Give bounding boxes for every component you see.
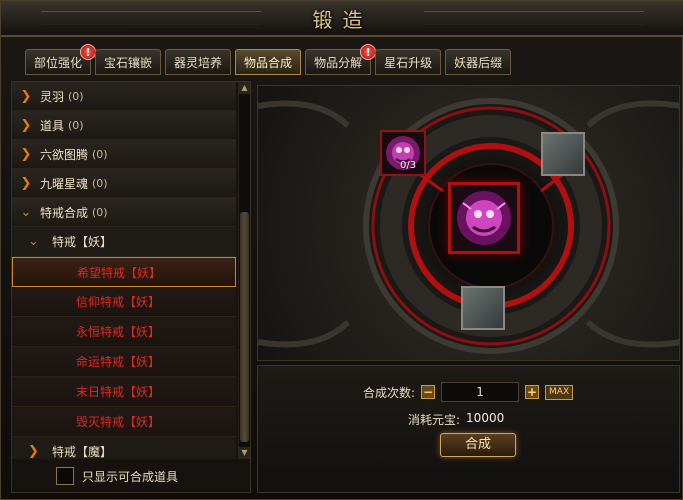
group-label: 特戒【妖】 [52, 235, 113, 249]
tab-item-synthesis[interactable]: 物品合成 [235, 49, 302, 75]
tree-leaf-item[interactable]: 希望特戒【妖】 [12, 257, 236, 287]
tree-leaf-item[interactable]: 信仰特戒【妖】 [12, 287, 236, 317]
title-ornament-left [41, 11, 261, 25]
category-label: 九曜星魂 [40, 176, 89, 191]
minus-button[interactable]: − [421, 385, 436, 399]
category-count: (0) [92, 147, 108, 161]
tab-label: 宝石镶嵌 [104, 55, 153, 70]
tree-group-devil[interactable]: ❯ 特戒【魔】 [12, 437, 236, 459]
tree-category[interactable]: ⌄ 特戒合成 (0) [12, 198, 236, 227]
tree-category[interactable]: ❯ 六欲图腾 (0) [12, 140, 236, 169]
tab-bar: 部位强化! 宝石镶嵌 器灵培养 物品合成 物品分解! 星石升级 妖器后缀 [25, 44, 512, 75]
tree-leaf-item[interactable]: 永恒特戒【妖】 [12, 317, 236, 347]
material-slot-2[interactable] [541, 132, 585, 176]
cost-value: 10000 [466, 411, 505, 425]
tab-label: 物品合成 [244, 55, 293, 70]
category-count: (0) [68, 118, 84, 132]
category-count: (0) [68, 89, 84, 103]
category-count: (0) [92, 205, 108, 219]
cost-row: 消耗元宝: 10000 [408, 411, 504, 428]
max-button[interactable]: MAX [545, 384, 574, 400]
alert-icon: ! [360, 44, 377, 60]
chevron-right-icon: ❯ [20, 88, 32, 104]
tab-spirit-train[interactable]: 器灵培养 [165, 49, 232, 75]
tree-category[interactable]: ❯ 灵羽 (0) [12, 82, 236, 111]
tab-demon-suffix[interactable]: 妖器后缀 [445, 49, 512, 75]
category-label: 灵羽 [40, 89, 65, 104]
craftable-only-checkbox[interactable] [56, 467, 74, 485]
synthesis-controls: 合成次数: − 1 + MAX 消耗元宝: 10000 合成 [257, 365, 680, 493]
tree-leaf-item[interactable]: 末日特戒【妖】 [12, 377, 236, 407]
material-count: 0/3 [400, 160, 417, 171]
plus-button[interactable]: + [525, 385, 540, 399]
alert-icon: ! [80, 44, 97, 60]
category-label: 六欲图腾 [40, 147, 89, 162]
item-tree: ❯ 灵羽 (0) ❯ 道具 (0) ❯ 六欲图腾 (0) ❯ 九曜星魂 (0) … [12, 82, 236, 459]
quantity-row: 合成次数: − 1 + MAX [363, 382, 574, 402]
chevron-right-icon: ❯ [20, 146, 32, 162]
tree-category[interactable]: ❯ 道具 (0) [12, 111, 236, 140]
cost-label: 消耗元宝: [408, 413, 461, 427]
quantity-label: 合成次数: [363, 385, 416, 400]
quantity-input[interactable]: 1 [441, 382, 520, 402]
forge-window: 锻造 部位强化! 宝石镶嵌 器灵培养 物品合成 物品分解! 星石升级 妖器后缀 … [0, 0, 683, 500]
tab-label: 部位强化 [34, 55, 83, 70]
tree-leaf-item[interactable]: 毁灭特戒【妖】 [12, 407, 236, 437]
tab-item-decompose[interactable]: 物品分解! [305, 44, 377, 75]
item-tree-panel: ❯ 灵羽 (0) ❯ 道具 (0) ❯ 六欲图腾 (0) ❯ 九曜星魂 (0) … [11, 81, 251, 493]
title-ornament-right [424, 11, 644, 25]
demon-ring-icon [457, 191, 511, 245]
tab-label: 物品分解 [314, 55, 363, 70]
scroll-thumb[interactable] [240, 212, 249, 442]
tree-scrollbar[interactable]: ▲ ▼ [238, 82, 250, 459]
result-slot[interactable] [448, 182, 520, 254]
group-label: 特戒【魔】 [52, 445, 113, 459]
category-count: (0) [92, 176, 108, 190]
tree-leaf-item[interactable]: 命运特戒【妖】 [12, 347, 236, 377]
tab-star-upgrade[interactable]: 星石升级 [375, 49, 442, 75]
chevron-right-icon: ❯ [20, 175, 32, 191]
scroll-up-icon[interactable]: ▲ [239, 82, 250, 94]
tree-category[interactable]: ❯ 九曜星魂 (0) [12, 169, 236, 198]
synthesize-button[interactable]: 合成 [440, 433, 516, 457]
category-label: 道具 [40, 118, 65, 133]
material-slot-3[interactable] [461, 286, 505, 330]
scroll-down-icon[interactable]: ▼ [239, 447, 250, 459]
window-title: 锻造 [312, 7, 373, 32]
chevron-right-icon: ❯ [20, 117, 32, 133]
tree-group-demon[interactable]: ⌄ 特戒【妖】 [12, 227, 236, 257]
chevron-down-icon: ⌄ [20, 204, 32, 220]
tab-label: 器灵培养 [174, 55, 223, 70]
tab-part-enhance[interactable]: 部位强化! [25, 44, 97, 75]
filter-row: 只显示可合成道具 [56, 467, 178, 485]
tab-label: 星石升级 [384, 55, 433, 70]
category-label: 特戒合成 [40, 205, 89, 220]
chevron-right-icon: ❯ [28, 444, 39, 459]
tab-gem-inlay[interactable]: 宝石镶嵌 [95, 49, 162, 75]
chevron-down-icon: ⌄ [28, 234, 39, 249]
tab-label: 妖器后缀 [454, 55, 503, 70]
forge-altar: 0/3 [257, 85, 680, 361]
material-slot-1[interactable]: 0/3 [380, 130, 426, 176]
filter-label: 只显示可合成道具 [82, 469, 179, 484]
title-bar: 锻造 [1, 1, 683, 37]
